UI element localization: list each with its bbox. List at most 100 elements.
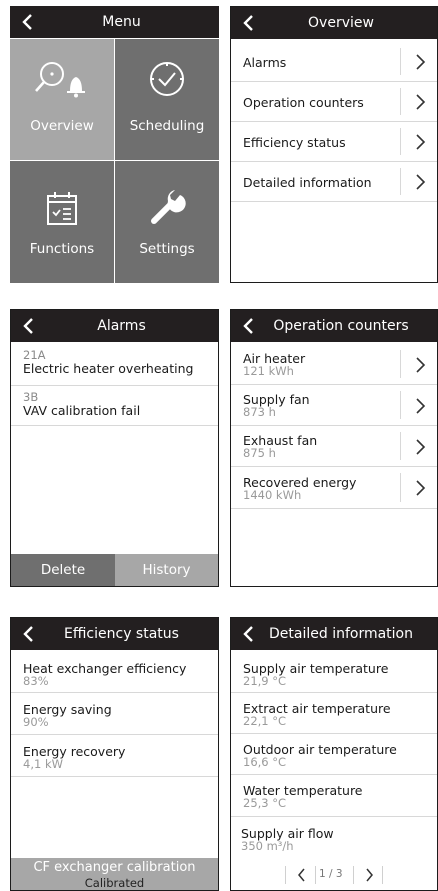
chevron-right-icon [416,94,426,110]
efficiency-value: 4,1 kW [23,757,63,771]
operation-counters-title: Operation counters [273,318,409,334]
alarm-item[interactable]: 3B VAV calibration fail [11,386,218,426]
counter-item-recovered-energy[interactable]: Recovered energy 1440 kWh [231,467,437,509]
detail-item: Supply air flow 350 m³/h [231,817,437,861]
counter-item-supply-fan[interactable]: Supply fan 873 h [231,385,437,426]
detailed-information-screen: Detailed information Supply air temperat… [230,617,438,891]
back-arrow-icon[interactable] [19,316,39,336]
detail-item: Supply air temperature 21,9 °C [231,652,437,693]
tile-settings-label: Settings [139,241,195,257]
counter-item-exhaust-fan[interactable]: Exhaust fan 875 h [231,426,437,467]
clock-icon [150,62,184,96]
tile-settings[interactable]: Settings [115,161,219,283]
operation-counters-screen: Operation counters Air heater 121 kWh Su… [230,309,438,587]
efficiency-status-header: Efficiency status [11,618,218,650]
back-arrow-icon[interactable] [239,624,259,644]
efficiency-status-title: Efficiency status [64,626,179,642]
counter-value: 121 kWh [243,364,294,378]
chevron-left-icon[interactable] [296,867,308,883]
detail-item: Outdoor air temperature 16,6 °C [231,734,437,775]
calibration-status: Calibrated [84,876,145,890]
divider [400,350,401,378]
efficiency-item: Energy saving 90% [11,693,218,735]
menu-title: Menu [102,14,141,30]
divider [400,432,401,460]
overview-item-label: Efficiency status [243,135,346,150]
counter-value: 875 h [243,446,276,460]
back-arrow-icon[interactable] [239,316,259,336]
alarm-code: 3B [23,390,39,404]
chevron-right-icon [416,439,426,455]
detail-item: Water temperature 25,3 °C [231,775,437,817]
back-arrow-icon[interactable] [18,12,38,32]
overview-item-alarms[interactable]: Alarms [231,42,437,82]
calendar-icon [47,192,77,225]
efficiency-status-screen: Efficiency status Heat exchanger efficie… [10,617,219,891]
calibration-button[interactable]: CF exchanger calibration Calibrated [11,858,218,890]
chevron-right-icon [416,357,426,373]
divider [353,866,354,884]
detail-value: 16,6 °C [243,755,287,769]
overview-screen: Overview Alarms Operation counters Effic… [230,6,438,283]
divider [400,473,401,502]
overview-header: Overview [231,7,437,39]
operation-counters-header: Operation counters [231,310,437,342]
chevron-right-icon [416,174,426,190]
tile-functions-label: Functions [29,241,95,257]
alarm-code: 21A [23,348,46,362]
back-arrow-icon[interactable] [19,624,39,644]
divider [285,866,286,884]
detail-value: 22,1 °C [243,714,287,728]
history-button[interactable]: History [115,554,218,586]
divider [315,866,316,884]
chevron-right-icon[interactable] [363,867,375,883]
divider [400,391,401,419]
chevron-right-icon [416,134,426,150]
overview-item-label: Detailed information [243,175,372,190]
chevron-right-icon [416,480,426,496]
efficiency-item: Heat exchanger efficiency 83% [11,652,218,693]
alarm-message: VAV calibration fail [23,403,141,418]
overview-title: Overview [308,15,374,31]
alarm-item[interactable]: 21A Electric heater overheating [11,344,218,386]
alarms-title: Alarms [97,318,146,334]
back-arrow-icon[interactable] [239,13,259,33]
divider [382,866,383,884]
menu-screen: Menu Overview Scheduling Functions Setti… [10,6,219,283]
alarms-header: Alarms [11,310,218,342]
alarm-message: Electric heater overheating [23,361,194,376]
overview-item-detailed-information[interactable]: Detailed information [231,162,437,202]
tile-scheduling-label: Scheduling [129,118,205,134]
detail-value: 25,3 °C [243,796,287,810]
tile-overview[interactable]: Overview [10,39,114,160]
counter-value: 1440 kWh [243,488,302,502]
efficiency-value: 83% [23,674,49,688]
counter-value: 873 h [243,405,276,419]
efficiency-item: Energy recovery 4,1 kW [11,735,218,777]
chevron-right-icon [416,54,426,70]
calibration-label: CF exchanger calibration [33,860,196,875]
divider [400,168,401,195]
divider [400,48,401,75]
overview-item-efficiency-status[interactable]: Efficiency status [231,122,437,162]
chevron-right-icon [416,398,426,414]
divider [400,88,401,115]
overview-item-label: Operation counters [243,95,364,110]
detailed-information-title: Detailed information [269,626,413,642]
counter-item-air-heater[interactable]: Air heater 121 kWh [231,344,437,385]
detail-value: 350 m³/h [241,839,294,853]
alarms-screen: Alarms 21A Electric heater overheating 3… [10,309,219,587]
delete-button[interactable]: Delete [11,554,115,586]
wrench-icon [151,190,186,224]
tile-overview-label: Overview [30,118,94,134]
search-alarm-icon [35,62,85,98]
page-indicator: 1 / 3 [319,868,343,880]
tile-scheduling[interactable]: Scheduling [115,39,219,160]
pagination: 1 / 3 [231,860,437,890]
efficiency-value: 90% [23,715,49,729]
overview-item-operation-counters[interactable]: Operation counters [231,82,437,122]
detail-item: Extract air temperature 22,1 °C [231,693,437,734]
tile-functions[interactable]: Functions [10,161,114,283]
divider [400,128,401,155]
detailed-information-header: Detailed information [231,618,437,650]
